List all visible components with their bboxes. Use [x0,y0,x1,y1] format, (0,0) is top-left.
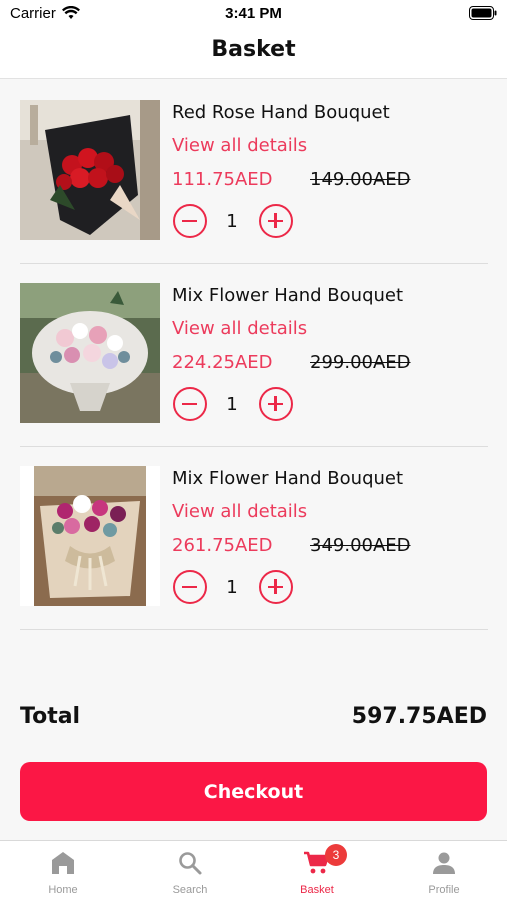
basket-item: Mix Flower Hand Bouquet View all details… [20,446,488,630]
original-price: 149.00AED [310,169,411,190]
profile-icon [433,852,455,874]
product-name: Red Rose Hand Bouquet [172,102,390,123]
product-name: Mix Flower Hand Bouquet [172,468,404,489]
increase-quantity-button[interactable] [259,387,293,421]
increase-quantity-button[interactable] [259,204,293,238]
total-value: 597.75AED [351,704,487,729]
page-title: Basket [211,37,296,62]
decrease-quantity-button[interactable] [173,570,207,604]
tab-label: Home [48,884,78,896]
product-image[interactable] [20,466,160,606]
home-icon [52,852,74,874]
increase-quantity-button[interactable] [259,570,293,604]
product-image[interactable] [20,100,160,240]
battery-icon [469,6,497,20]
header: Basket [0,28,507,79]
total-label: Total [20,704,81,729]
sale-price: 111.75AED [172,169,273,190]
status-bar: Carrier 3:41 PM [0,0,507,28]
basket-item: Red Rose Hand Bouquet View all details 1… [20,80,488,264]
clock: 3:41 PM [225,5,282,22]
original-price: 349.00AED [310,535,411,556]
minus-icon [182,219,197,222]
red-rose-bouquet-image [20,100,160,240]
decrease-quantity-button[interactable] [173,387,207,421]
tab-label: Search [172,884,208,896]
quantity-value: 1 [226,577,238,598]
quantity-value: 1 [226,394,238,415]
tab-bar: Home Search 3 Basket Profile [0,840,507,900]
decrease-quantity-button[interactable] [173,204,207,238]
mix-flower-bouquet-image [20,466,160,606]
tab-search[interactable]: Search [127,841,253,900]
search-icon [179,852,202,875]
tab-label: Profile [428,884,460,896]
tab-home[interactable]: Home [0,841,126,900]
minus-icon [182,585,197,588]
sale-price: 261.75AED [172,535,273,556]
tab-label: Basket [300,884,334,896]
product-image[interactable] [20,283,160,423]
product-name: Mix Flower Hand Bouquet [172,285,404,306]
original-price: 299.00AED [310,352,411,373]
sale-price: 224.25AED [172,352,273,373]
view-details-link[interactable]: View all details [172,135,307,156]
quantity-value: 1 [226,211,238,232]
minus-icon [182,402,197,405]
basket-item: Mix Flower Hand Bouquet View all details… [20,263,488,447]
tab-profile[interactable]: Profile [381,841,507,900]
view-details-link[interactable]: View all details [172,318,307,339]
view-details-link[interactable]: View all details [172,501,307,522]
mix-flower-bouquet-image [20,283,160,423]
tab-basket[interactable]: 3 Basket [254,841,380,900]
cart-count-badge: 3 [325,844,347,866]
checkout-button[interactable]: Checkout [20,762,487,821]
